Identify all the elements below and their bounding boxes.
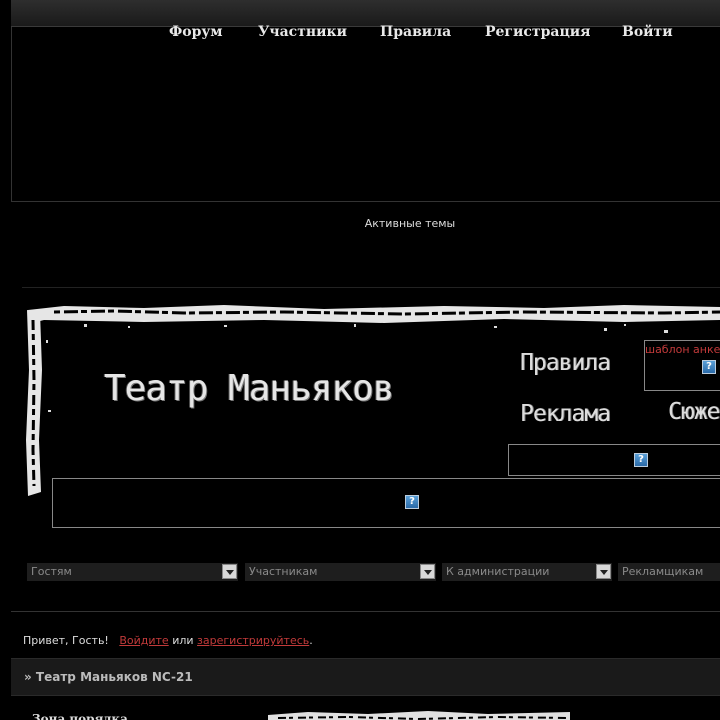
section-banner-art	[268, 707, 570, 720]
banner-link-plot[interactable]: Сюжет	[668, 399, 720, 425]
select-guests[interactable]: Гостям	[27, 563, 238, 581]
select-value: К администрации	[446, 565, 550, 578]
info-box-right: ?	[508, 444, 720, 476]
help-icon[interactable]: ?	[405, 495, 419, 509]
greeting-text: Привет, Гость!	[23, 634, 109, 647]
divider	[22, 287, 720, 288]
chevron-down-icon[interactable]	[420, 564, 435, 579]
forum-logo[interactable]: Театр Маньяков	[104, 368, 394, 409]
help-icon[interactable]: ?	[634, 453, 648, 467]
chevron-down-icon[interactable]	[596, 564, 611, 579]
banner-link-rules[interactable]: Правила	[520, 350, 611, 376]
chevron-down-icon[interactable]	[222, 564, 237, 579]
nav-register[interactable]: Регистрация	[485, 24, 591, 40]
info-box-main: ?	[52, 478, 720, 528]
select-value: Участникам	[249, 565, 318, 578]
register-link[interactable]: зарегистрируйтесь	[197, 634, 309, 647]
greeting-or: или	[172, 634, 194, 647]
breadcrumb[interactable]: » Театр Маньяков NC-21	[24, 670, 193, 684]
nav-login[interactable]: Войти	[622, 24, 673, 40]
section-title[interactable]: Зона порядка	[32, 712, 128, 720]
template-box: шаблон анкеты ?	[644, 340, 720, 391]
divider	[11, 611, 720, 612]
forum-banner: Театр Маньяков Правила Реклама Сюжет шаб…	[24, 300, 720, 528]
select-value: Гостям	[31, 565, 72, 578]
top-bar	[11, 0, 720, 27]
active-topics-link[interactable]: Активные темы	[0, 217, 720, 230]
nav-members[interactable]: Участники	[258, 24, 347, 40]
welcome-message: Привет, Гость! Войдите или зарегистрируй…	[23, 634, 313, 647]
breadcrumb-bar: » Театр Маньяков NC-21	[11, 658, 720, 696]
banner-link-ads[interactable]: Реклама	[520, 401, 611, 427]
nav-rules[interactable]: Правила	[380, 24, 451, 40]
nav-forum[interactable]: Форум	[169, 24, 223, 40]
select-members[interactable]: Участникам	[245, 563, 436, 581]
select-value: Рекламщикам	[622, 565, 704, 578]
select-admin[interactable]: К администрации	[442, 563, 612, 581]
greeting-suffix: .	[309, 634, 313, 647]
login-link[interactable]: Войдите	[119, 634, 168, 647]
header-area	[11, 27, 720, 202]
template-link[interactable]: шаблон анкеты	[645, 343, 720, 356]
help-icon[interactable]: ?	[702, 360, 716, 374]
select-advertisers[interactable]: Рекламщикам	[618, 563, 720, 581]
